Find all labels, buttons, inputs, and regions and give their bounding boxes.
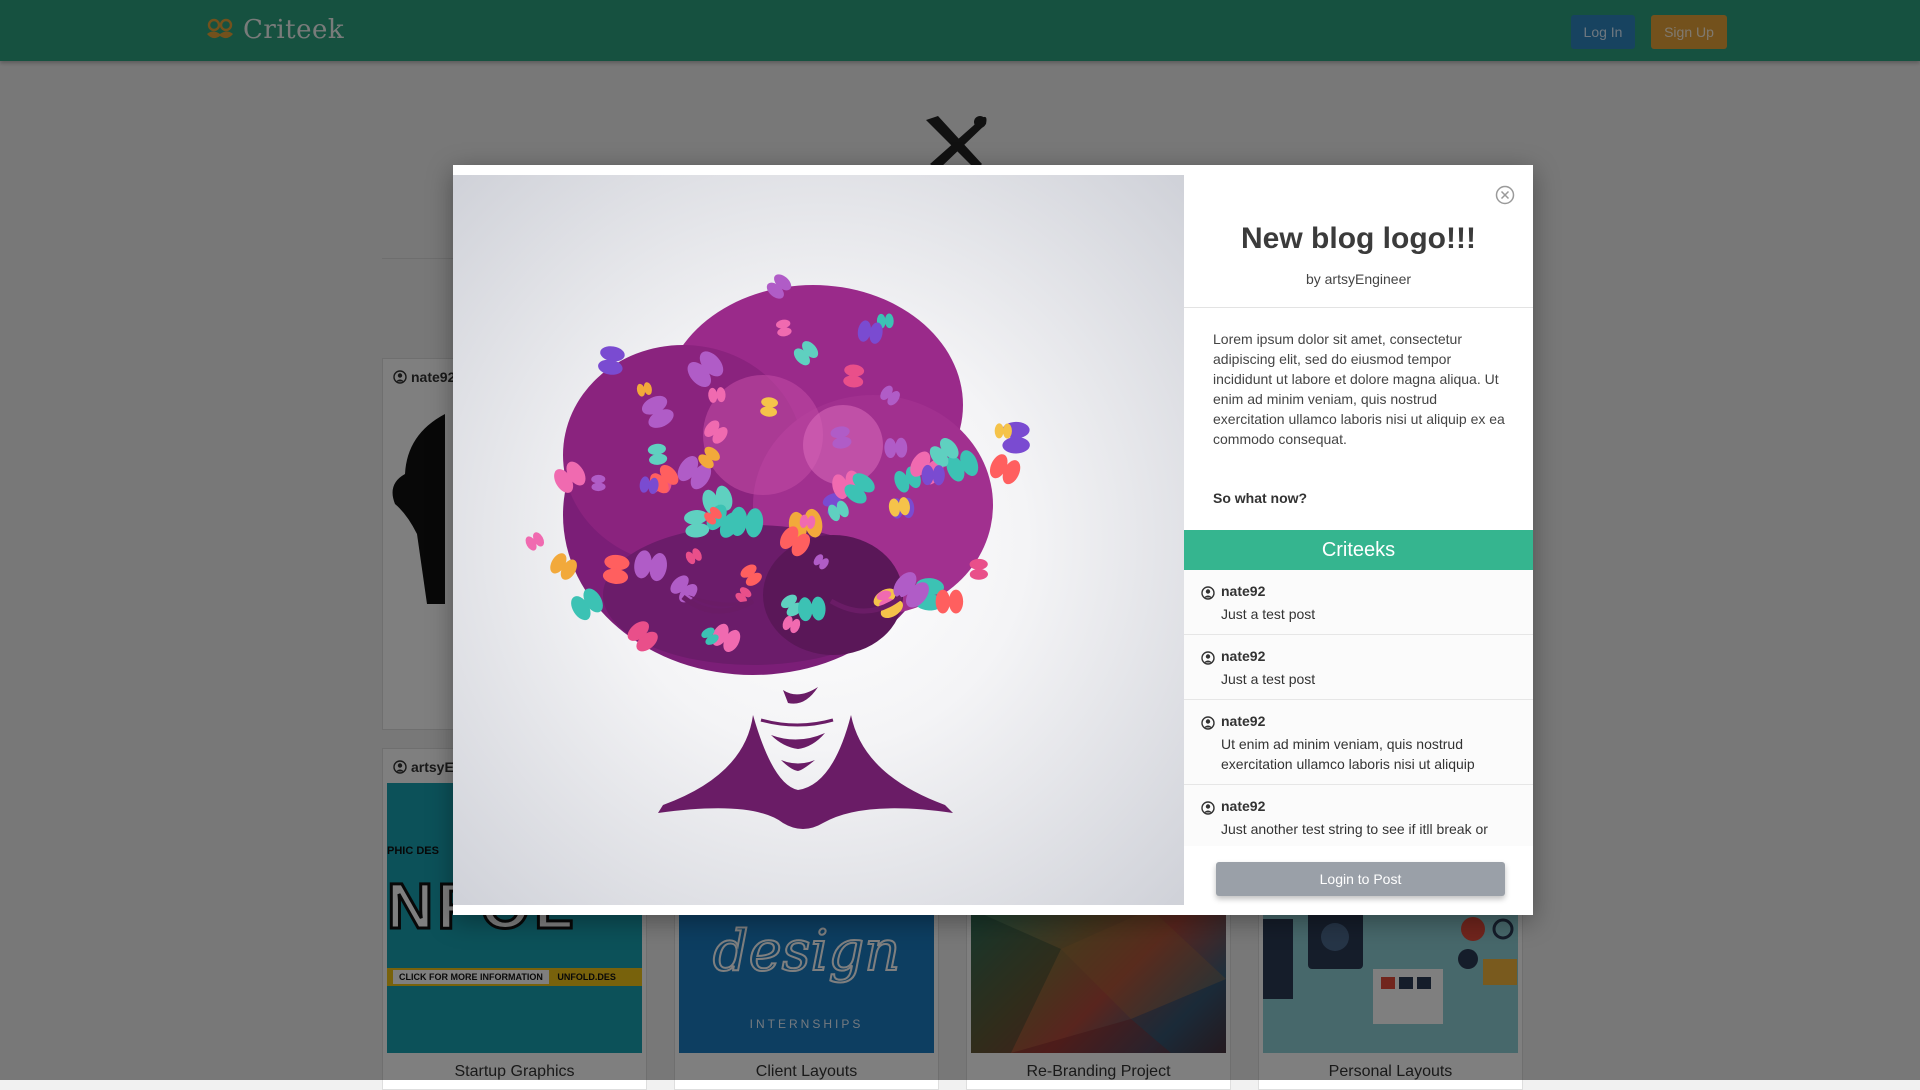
login-to-post-button[interactable]: Login to Post — [1216, 862, 1505, 896]
user-circle-icon — [1201, 651, 1215, 665]
comment-text: Just a test post — [1221, 671, 1316, 687]
close-circle-icon[interactable] — [1495, 185, 1515, 205]
divider — [1184, 307, 1533, 308]
user-circle-icon — [1201, 716, 1215, 730]
comment-author: nate92 — [1221, 713, 1266, 729]
post-image — [453, 175, 1184, 905]
comment-item: nate92 Just another test string to see i… — [1184, 785, 1533, 846]
comment-text: Ut enim ad minim veniam, quis nostrud ex… — [1221, 736, 1475, 772]
user-circle-icon — [1201, 801, 1215, 815]
post-title: New blog logo!!! — [1241, 222, 1476, 255]
comment-text: Just a test post — [1221, 606, 1316, 622]
comment-author: nate92 — [1221, 648, 1266, 664]
post-question: So what now? — [1213, 490, 1308, 506]
comment-list[interactable]: nate92 Just a test post nate92 Just a te… — [1184, 570, 1533, 846]
post-detail-modal: New blog logo!!! by artsyEngineer Lorem … — [453, 165, 1533, 915]
comment-item: nate92 Ut enim ad minim veniam, quis nos… — [1184, 700, 1533, 785]
post-sidebar: New blog logo!!! by artsyEngineer Lorem … — [1184, 165, 1533, 915]
post-description: Lorem ipsum dolor sit amet, consectetur … — [1213, 331, 1505, 447]
comment-item: nate92 Just a test post — [1184, 570, 1533, 635]
post-author: by artsyEngineer — [1305, 271, 1412, 287]
comment-item: nate92 Just a test post — [1184, 635, 1533, 700]
criteeks-header: Criteeks — [1184, 530, 1533, 570]
comment-author: nate92 — [1221, 583, 1266, 599]
user-circle-icon — [1201, 586, 1215, 600]
comment-text: Just another test string to see if itll … — [1221, 821, 1488, 837]
comment-author: nate92 — [1221, 798, 1266, 814]
